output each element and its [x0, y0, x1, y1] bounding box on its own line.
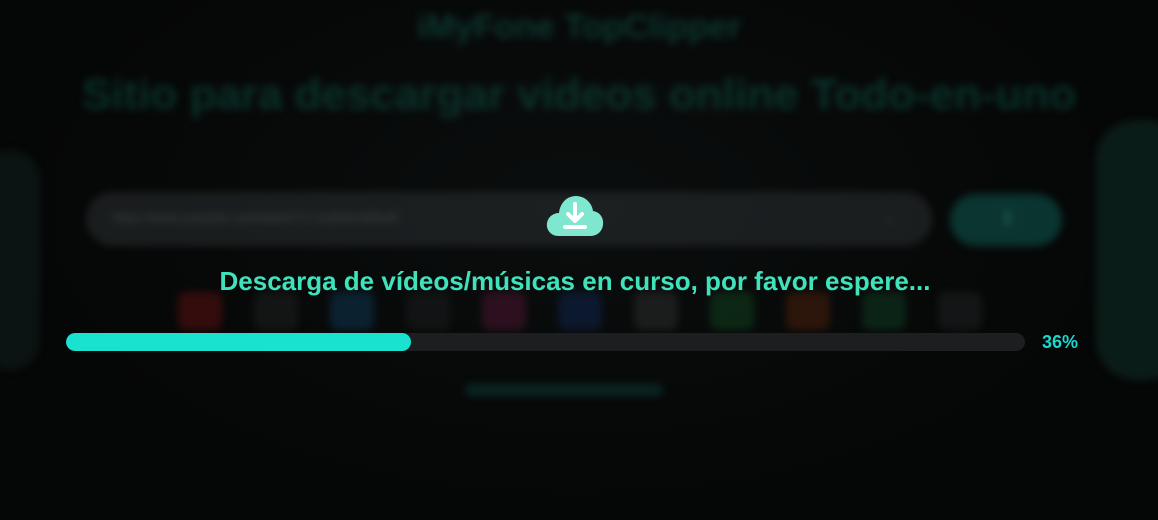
download-progress-bar	[66, 333, 1025, 351]
download-progress-percent: 36%	[1042, 332, 1079, 352]
download-status-text: Descarga de vídeos/músicas en curso, por…	[219, 266, 931, 296]
download-progress-screen: iMyFone TopClipper Sitio para descargar …	[0, 0, 1158, 520]
download-progress-fill	[66, 333, 412, 351]
cloud-download-icon	[546, 196, 604, 236]
download-progress-overlay: Descarga de vídeos/músicas en curso, por…	[0, 0, 1158, 520]
